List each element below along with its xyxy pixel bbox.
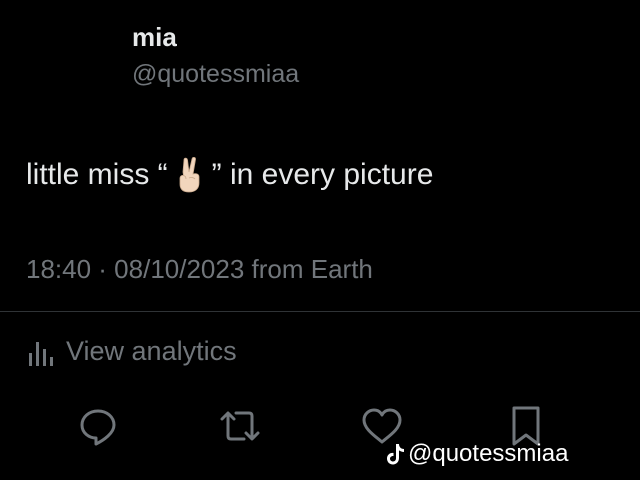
view-analytics-label: View analytics	[66, 336, 237, 366]
divider	[0, 311, 640, 312]
tiktok-logo-icon	[386, 442, 406, 466]
tweet-timestamp-source[interactable]: 18:40 · 08/10/2023 from Earth	[26, 254, 373, 285]
retweet-icon	[220, 411, 260, 441]
author-display-name[interactable]: mia	[132, 22, 177, 53]
reply-icon	[80, 409, 116, 446]
bar-chart-icon	[28, 337, 54, 367]
tweet-text-after: ” in every picture	[211, 158, 434, 191]
watermark-handle: @quotessmiaa	[408, 440, 569, 467]
reply-button[interactable]	[76, 404, 120, 448]
retweet-button[interactable]	[218, 404, 262, 448]
victory-hand-emoji-icon	[172, 156, 208, 194]
view-analytics-link[interactable]: View analytics	[28, 336, 237, 367]
tweet-text-before: little miss “	[26, 158, 168, 191]
tiktok-watermark: @quotessmiaa	[386, 440, 568, 468]
author-handle[interactable]: @quotessmiaa	[132, 60, 299, 89]
tweet-text: little miss “ ” in every picture	[26, 156, 433, 194]
